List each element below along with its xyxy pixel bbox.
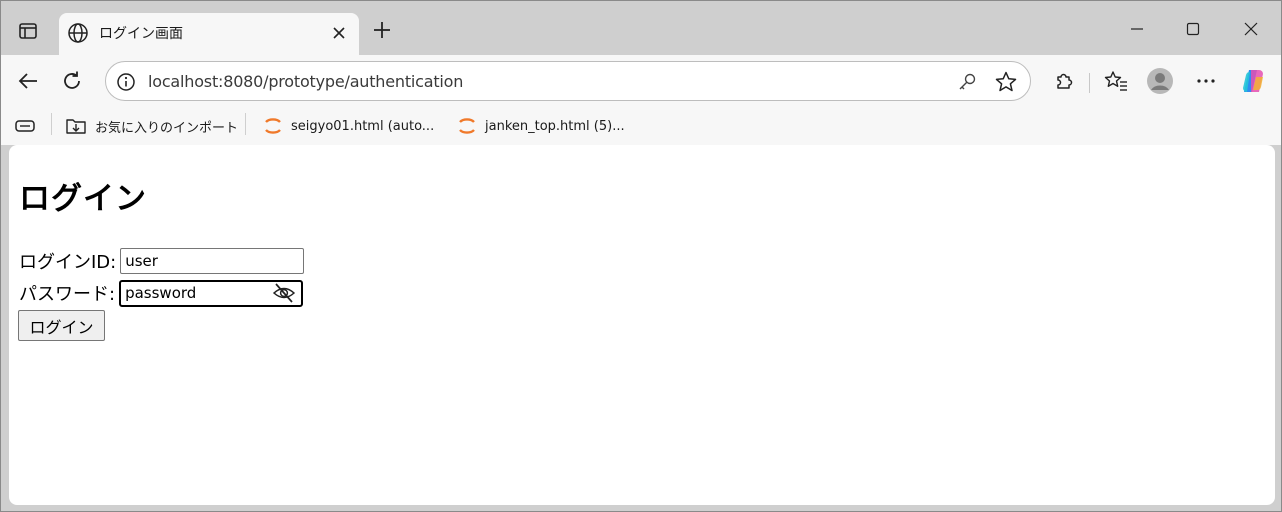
toolbar: localhost:8080/prototype/authentication bbox=[1, 55, 1281, 107]
tab-strip: ログイン画面 bbox=[1, 1, 1281, 55]
site-favicon-icon bbox=[265, 118, 281, 134]
favorites-divider bbox=[245, 113, 246, 135]
close-icon bbox=[333, 27, 345, 39]
address-bar[interactable]: localhost:8080/prototype/authentication bbox=[105, 61, 1031, 101]
favorite-item-label: seigyo01.html (auto... bbox=[291, 118, 435, 134]
password-field-wrapper bbox=[119, 279, 304, 307]
favorites-button[interactable] bbox=[1099, 65, 1133, 97]
login-button[interactable]: ログイン bbox=[18, 310, 105, 341]
toggle-password-visibility-button[interactable] bbox=[271, 281, 297, 305]
new-tab-button[interactable] bbox=[367, 15, 397, 45]
star-icon[interactable] bbox=[994, 70, 1018, 94]
password-row: パスワード: bbox=[19, 279, 304, 307]
collections-icon bbox=[15, 120, 35, 132]
tab-actions-icon bbox=[19, 23, 37, 39]
minimize-button[interactable] bbox=[1117, 11, 1157, 47]
globe-icon bbox=[68, 23, 88, 43]
refresh-button[interactable] bbox=[55, 65, 89, 97]
plus-icon bbox=[374, 22, 390, 38]
favorite-item-janken[interactable]: janken_top.html (5)... bbox=[457, 113, 625, 139]
login-id-row: ログインID: bbox=[19, 247, 305, 275]
close-tab-button[interactable] bbox=[329, 23, 349, 43]
favorites-divider bbox=[51, 113, 52, 135]
refresh-icon bbox=[64, 71, 80, 89]
puzzle-icon bbox=[1057, 73, 1073, 89]
url-text[interactable]: localhost:8080/prototype/authentication bbox=[148, 72, 463, 91]
maximize-button[interactable] bbox=[1173, 11, 1213, 47]
login-id-input[interactable] bbox=[120, 248, 305, 274]
login-id-label: ログインID: bbox=[19, 252, 117, 273]
tab-title: ログイン画面 bbox=[99, 26, 183, 42]
maximize-icon bbox=[1186, 22, 1200, 36]
favorites-list-icon bbox=[1104, 71, 1127, 91]
favorite-item-label: janken_top.html (5)... bbox=[485, 118, 625, 134]
back-button[interactable] bbox=[11, 65, 45, 97]
back-arrow-icon bbox=[18, 73, 37, 89]
favorite-item-import[interactable]: お気に入りのインポート bbox=[65, 113, 238, 139]
minimize-icon bbox=[1131, 28, 1143, 30]
avatar-icon bbox=[1147, 68, 1173, 94]
favorite-item-seigyo01[interactable]: seigyo01.html (auto... bbox=[263, 113, 434, 139]
key-icon[interactable] bbox=[956, 71, 978, 93]
extensions-button[interactable] bbox=[1047, 65, 1081, 97]
page-title: ログイン bbox=[19, 181, 147, 217]
site-info-icon[interactable] bbox=[116, 72, 136, 92]
active-tab[interactable]: ログイン画面 bbox=[59, 13, 359, 55]
more-dots-icon bbox=[1197, 79, 1215, 83]
collections-button[interactable] bbox=[15, 113, 45, 139]
copilot-button[interactable] bbox=[1237, 65, 1271, 97]
page-content: ログイン ログインID: パスワード: ログイン bbox=[9, 145, 1275, 505]
more-button[interactable] bbox=[1189, 65, 1223, 97]
site-favicon-icon bbox=[459, 118, 475, 134]
toolbar-divider bbox=[1089, 73, 1090, 93]
close-icon bbox=[1244, 22, 1258, 36]
copilot-icon bbox=[1243, 70, 1263, 92]
favorite-item-label: お気に入りのインポート bbox=[95, 120, 239, 136]
tab-actions-button[interactable] bbox=[11, 15, 45, 47]
profile-button[interactable] bbox=[1143, 65, 1177, 97]
eye-slash-icon bbox=[272, 282, 296, 303]
close-window-button[interactable] bbox=[1231, 11, 1271, 47]
browser-window: ログイン画面 localhost:8080/prototype/authenti… bbox=[0, 0, 1282, 512]
password-label: パスワード: bbox=[19, 284, 116, 305]
import-favorites-icon bbox=[66, 119, 86, 134]
